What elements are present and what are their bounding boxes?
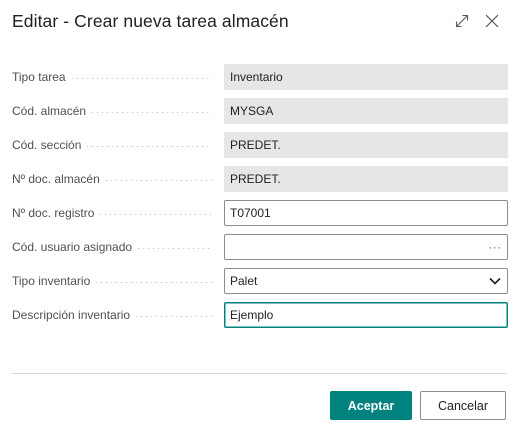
expand-icon[interactable] [452, 11, 472, 31]
cancel-button[interactable]: Cancelar [420, 391, 506, 420]
field-label-inventory-description: Descripción inventario [12, 308, 131, 322]
field-label-task-type: Tipo tarea [12, 70, 66, 84]
lookup-ellipsis-icon[interactable]: ··· [485, 240, 505, 254]
assigned-user-input[interactable]: ··· [224, 234, 508, 260]
close-icon[interactable] [482, 11, 502, 31]
field-row-zone-code: Cód. sección PREDET. [12, 132, 508, 166]
warehouse-doc-no-field: PREDET. [224, 166, 508, 192]
inventory-type-value: Palet [230, 274, 258, 288]
create-warehouse-task-dialog: Editar - Crear nueva tarea almacén Tipo … [0, 0, 518, 433]
field-label-posting-doc-no: Nº doc. registro [12, 206, 95, 220]
dialog-title: Editar - Crear nueva tarea almacén [12, 10, 289, 31]
zone-code-field: PREDET. [224, 132, 508, 158]
chevron-down-icon [486, 273, 504, 289]
field-label-zone-code: Cód. sección [12, 138, 82, 152]
task-type-field: Inventario [224, 64, 508, 90]
header-actions [452, 11, 502, 31]
warehouse-doc-no-value: PREDET. [230, 172, 281, 186]
field-row-location-code: Cód. almacén MYSGA [12, 98, 508, 132]
footer-divider [12, 373, 506, 374]
field-label-warehouse-doc-no: Nº doc. almacén [12, 172, 100, 186]
ok-button[interactable]: Aceptar [330, 391, 412, 420]
field-row-posting-doc-no: Nº doc. registro T07001 [12, 200, 508, 234]
posting-doc-no-value: T07001 [230, 206, 271, 220]
inventory-description-value: Ejemplo [230, 308, 274, 322]
field-row-assigned-user: Cód. usuario asignado ··· [12, 234, 508, 268]
field-row-warehouse-doc-no: Nº doc. almacén PREDET. [12, 166, 508, 200]
inventory-type-select[interactable]: Palet [224, 268, 508, 294]
task-form: Tipo tarea Inventario Cód. almacén MYSGA… [12, 64, 508, 336]
field-label-location-code: Cód. almacén [12, 104, 87, 118]
location-code-field: MYSGA [224, 98, 508, 124]
dialog-footer: Aceptar Cancelar [330, 391, 506, 420]
field-row-inventory-description: Descripción inventario Ejemplo [12, 302, 508, 336]
field-label-assigned-user: Cód. usuario asignado [12, 240, 133, 254]
field-label-inventory-type: Tipo inventario [12, 274, 91, 288]
dialog-header: Editar - Crear nueva tarea almacén [12, 8, 506, 34]
inventory-description-input[interactable]: Ejemplo [224, 302, 508, 328]
zone-code-value: PREDET. [230, 138, 281, 152]
field-row-inventory-type: Tipo inventario Palet [12, 268, 508, 302]
field-row-task-type: Tipo tarea Inventario [12, 64, 508, 98]
location-code-value: MYSGA [230, 104, 274, 118]
posting-doc-no-input[interactable]: T07001 [224, 200, 508, 226]
task-type-value: Inventario [230, 70, 283, 84]
